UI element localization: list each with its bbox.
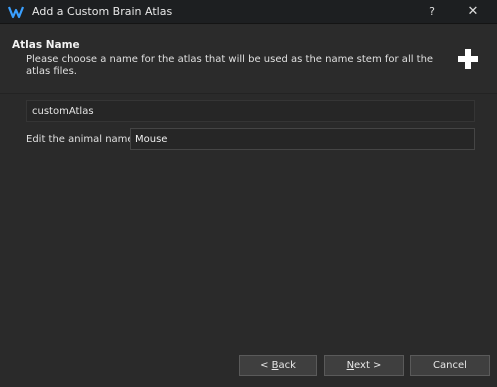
close-button[interactable]: ✕: [460, 2, 486, 22]
back-button-prefix: <: [260, 360, 272, 371]
animal-name-label: Edit the animal name: [26, 134, 134, 145]
wizard-header: Atlas Name Please choose a name for the …: [0, 25, 497, 93]
window-title: Add a Custom Brain Atlas: [32, 5, 173, 18]
page-description: Please choose a name for the atlas that …: [26, 54, 434, 77]
back-button-mnemonic: B: [271, 360, 279, 371]
cancel-button[interactable]: Cancel: [410, 355, 490, 376]
next-button-mnemonic: N: [346, 360, 355, 371]
help-button[interactable]: ?: [420, 2, 444, 22]
plus-icon: [458, 49, 478, 69]
help-icon: ?: [429, 5, 435, 18]
animal-name-input[interactable]: [130, 128, 475, 150]
back-button[interactable]: < Back: [239, 355, 317, 376]
title-bar: Add a Custom Brain Atlas ? ✕: [0, 0, 497, 24]
app-logo-icon: [8, 6, 24, 19]
page-title: Atlas Name: [12, 39, 80, 51]
back-button-label: ack: [278, 360, 296, 371]
header-divider: [0, 93, 497, 94]
atlas-name-input[interactable]: [26, 100, 475, 122]
next-button[interactable]: Next >: [324, 355, 404, 376]
next-button-label: ext >: [354, 360, 382, 371]
close-icon: ✕: [467, 4, 479, 19]
